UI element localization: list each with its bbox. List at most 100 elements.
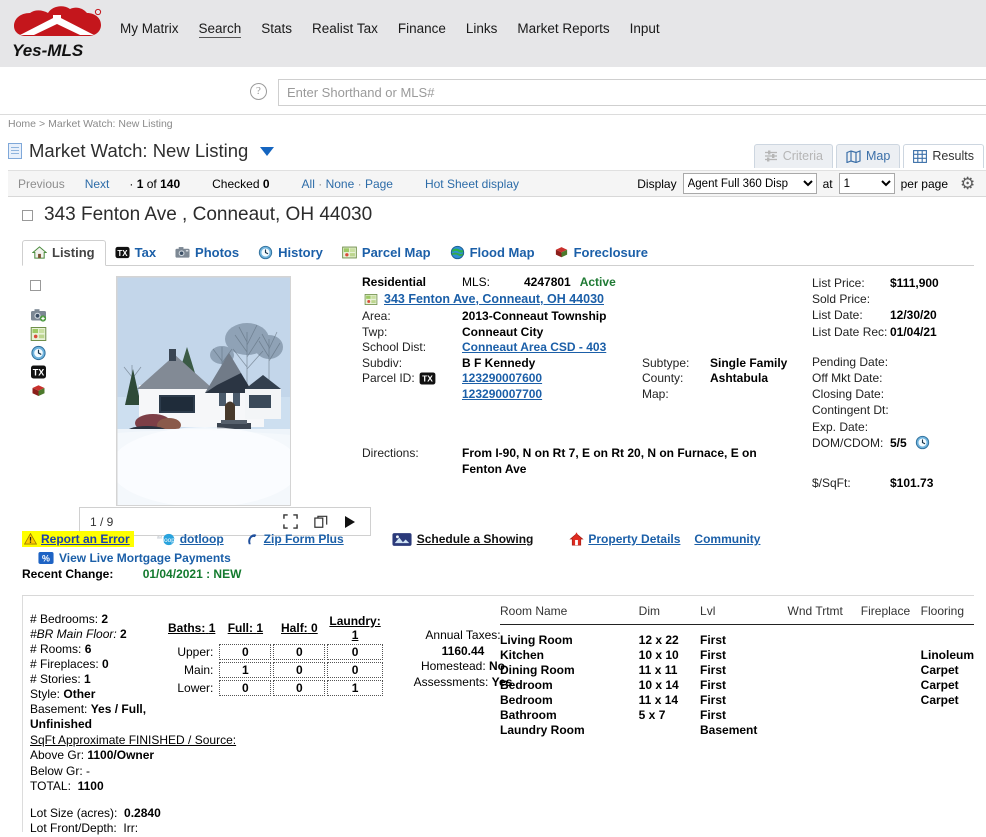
- chevron-down-icon[interactable]: [260, 146, 275, 156]
- parcel-map-icon[interactable]: [30, 326, 47, 342]
- hot-sheet-display-link[interactable]: Hot Sheet display: [425, 177, 519, 191]
- report-error-link[interactable]: Report an Error: [41, 532, 130, 546]
- county-label: County:: [642, 371, 684, 385]
- recent-change-label: Recent Change:: [22, 567, 114, 581]
- rooms-table-header-row: Room Name Dim Lvl Wnd Trtmt Fireplace Fl…: [500, 600, 974, 625]
- room-lvl: First: [700, 708, 727, 722]
- property-details-action[interactable]: Property Details: [569, 532, 680, 547]
- main-laundry-cell: 0: [327, 662, 383, 678]
- tab-criteria[interactable]: Criteria: [753, 144, 833, 168]
- schedule-showing-action[interactable]: Schedule a Showing: [392, 532, 534, 547]
- closing-date-label: Closing Date:: [812, 387, 885, 402]
- listing-tab-foreclosure[interactable]: Foreclosure: [545, 241, 658, 265]
- select-page-link[interactable]: Page: [365, 177, 393, 191]
- half-header: Half: 0: [273, 614, 325, 642]
- mortgage-action[interactable]: % View Live Mortgage Payments: [38, 551, 974, 565]
- clock-icon[interactable]: [915, 435, 930, 450]
- dotloop-action[interactable]: dot loop dotloop: [156, 532, 224, 547]
- zipform-action[interactable]: Zip Form Plus: [246, 532, 344, 547]
- area-label: Area:: [362, 309, 391, 323]
- nav-item-realist-tax[interactable]: Realist Tax: [312, 21, 378, 36]
- tx-icon[interactable]: TX: [30, 364, 47, 380]
- duplicate-icon[interactable]: [314, 515, 328, 529]
- dotloop-icon: dot loop: [157, 533, 175, 545]
- map-label: Map:: [642, 386, 669, 401]
- dotloop-link[interactable]: dotloop: [180, 532, 224, 546]
- report-error-button[interactable]: Report an Error: [22, 531, 134, 547]
- rooms-table: Room Name Dim Lvl Wnd Trtmt Fireplace Fl…: [500, 600, 974, 738]
- col-room-name: Room Name: [500, 600, 639, 625]
- full-header: Full: 1: [219, 614, 271, 642]
- room-dim: 10 x 10: [638, 648, 679, 662]
- room-fireplace: [861, 693, 921, 708]
- table-row: Lower: 0 0 1: [166, 680, 383, 696]
- nav-item-finance[interactable]: Finance: [398, 21, 446, 36]
- baths-header-label: Baths:: [168, 621, 206, 635]
- detail-checkbox[interactable]: [30, 280, 41, 291]
- main-nav: My Matrix Search Stats Realist Tax Finan…: [120, 21, 660, 38]
- parcel-id-link-1[interactable]: 123290007600: [462, 371, 542, 385]
- foreclosure-icon[interactable]: [30, 383, 47, 399]
- nav-item-search[interactable]: Search: [198, 21, 242, 38]
- select-none-link[interactable]: None: [326, 177, 355, 191]
- mortgage-link[interactable]: View Live Mortgage Payments: [59, 551, 231, 565]
- previous-button[interactable]: Previous: [8, 177, 75, 191]
- lower-level-label: Lower:: [177, 681, 214, 695]
- tab-results[interactable]: Results: [903, 144, 984, 168]
- listing-tab-flood-map[interactable]: Flood Map: [441, 241, 545, 265]
- school-dist-link[interactable]: Conneaut Area CSD - 403: [462, 340, 606, 356]
- school-dist-label: School Dist:: [362, 340, 427, 354]
- play-icon[interactable]: [344, 515, 356, 529]
- gear-icon[interactable]: ⚙: [960, 174, 978, 193]
- listing-tab-tax[interactable]: TX Tax: [106, 241, 166, 265]
- select-all-link[interactable]: All: [302, 177, 315, 191]
- listing-photo[interactable]: [116, 276, 291, 506]
- breadcrumb-home[interactable]: Home: [8, 118, 36, 130]
- clock-icon[interactable]: [30, 345, 47, 361]
- camera-icon[interactable]: [30, 307, 47, 323]
- nav-item-stats[interactable]: Stats: [261, 21, 292, 36]
- room-wnd: [788, 633, 861, 648]
- room-wnd: [788, 663, 861, 678]
- nav-item-input[interactable]: Input: [630, 21, 660, 36]
- display-select[interactable]: Agent Full 360 Disp: [682, 173, 817, 194]
- svg-text:loop: loop: [162, 537, 174, 544]
- per-page-label: per page: [900, 176, 948, 191]
- nav-item-market-reports[interactable]: Market Reports: [517, 21, 609, 36]
- directions-value: From I-90, N on Rt 7, E on Rt 20, N on F…: [462, 446, 757, 476]
- schedule-showing-link[interactable]: Schedule a Showing: [417, 532, 534, 546]
- room-lvl: Basement: [700, 723, 758, 737]
- tab-results-label: Results: [932, 149, 974, 163]
- tab-map[interactable]: Map: [835, 144, 901, 168]
- nav-item-links[interactable]: Links: [466, 21, 498, 36]
- address-link[interactable]: 343 Fenton Ave, Conneaut, OH 44030: [384, 292, 604, 308]
- full-header-label: Full:: [227, 621, 254, 635]
- dom-cdom-label: DOM/CDOM:: [812, 435, 884, 450]
- listing-checkbox[interactable]: [22, 209, 33, 221]
- listing-tab-history[interactable]: History: [249, 241, 333, 265]
- zipform-link[interactable]: Zip Form Plus: [264, 532, 344, 546]
- fullscreen-icon[interactable]: [283, 514, 298, 529]
- off-mkt-date-label: Off Mkt Date:: [812, 371, 883, 386]
- listing-tab-listing[interactable]: Listing: [22, 240, 106, 266]
- map-icon: [846, 149, 861, 163]
- camera-icon: [175, 247, 190, 258]
- per-page-select[interactable]: 1: [838, 173, 895, 194]
- yes-mls-logo[interactable]: Yes-MLS: [10, 5, 105, 60]
- table-row: Bathroom 5 x 7 First: [500, 708, 974, 723]
- next-button[interactable]: Next: [75, 177, 120, 191]
- listing-tab-photos[interactable]: Photos: [166, 241, 249, 265]
- room-name: Bedroom: [500, 678, 553, 692]
- community-link[interactable]: Community: [694, 532, 760, 546]
- listing-tab-parcel-map[interactable]: Parcel Map: [333, 241, 441, 265]
- list-date-rec-label: List Date Rec:: [812, 324, 888, 339]
- help-icon[interactable]: ?: [250, 83, 267, 100]
- upper-level-label: Upper:: [177, 645, 214, 659]
- table-row: Kitchen 10 x 10 First Linoleum: [500, 648, 974, 663]
- nav-item-my-matrix[interactable]: My Matrix: [120, 21, 179, 36]
- search-input[interactable]: [278, 79, 986, 106]
- parcel-id-link-2[interactable]: 123290007700: [462, 387, 542, 401]
- svg-text:TX: TX: [422, 374, 433, 384]
- property-details-link[interactable]: Property Details: [588, 532, 680, 546]
- style-value: Other: [63, 687, 96, 701]
